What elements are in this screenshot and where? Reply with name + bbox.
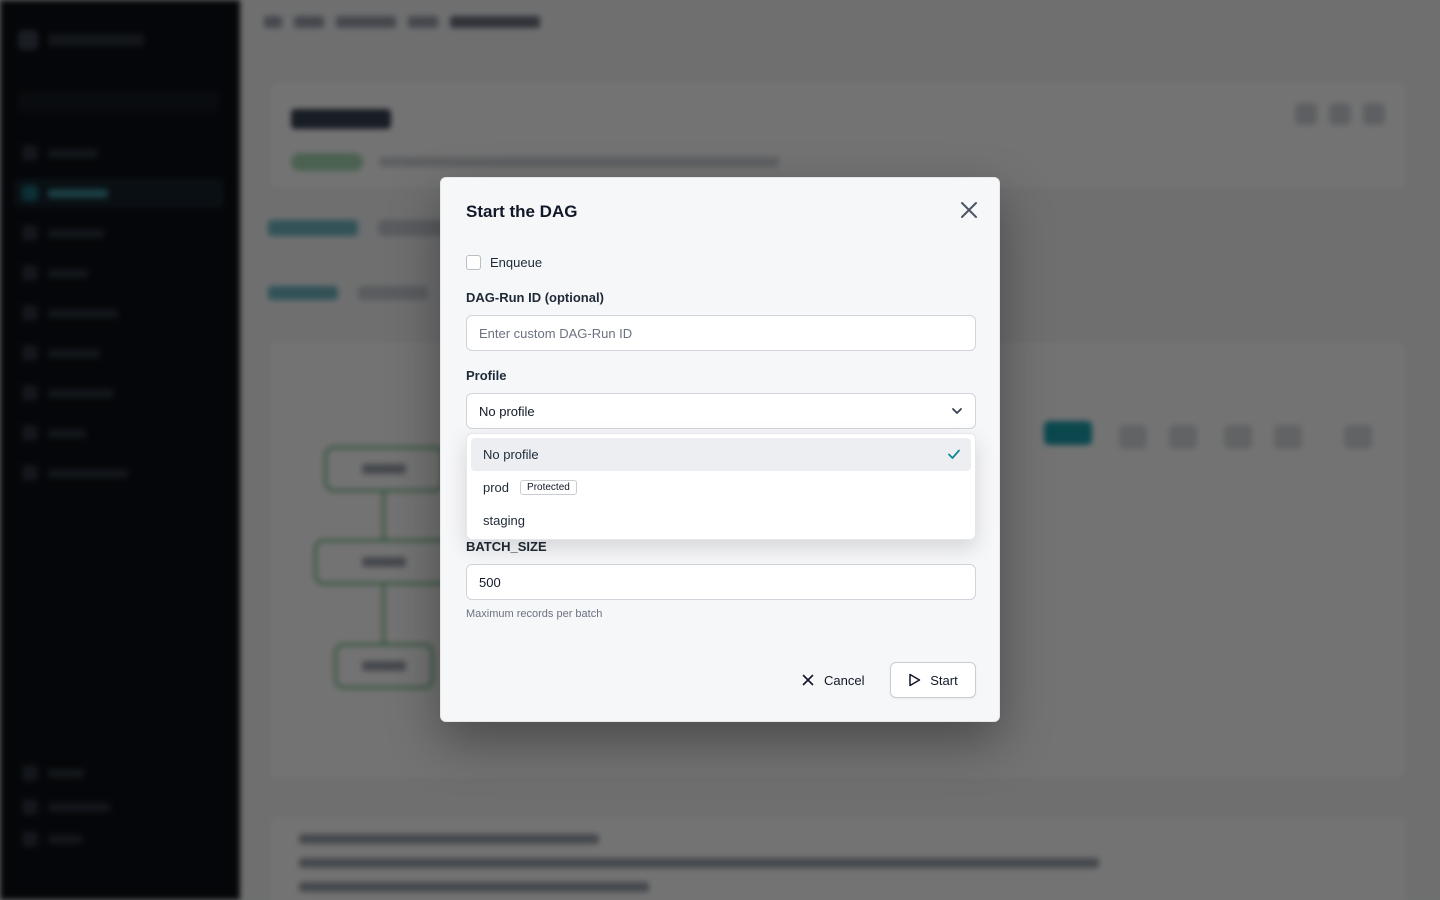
cancel-label: Cancel bbox=[824, 672, 865, 688]
profile-select[interactable]: No profile bbox=[466, 393, 976, 429]
option-label: staging bbox=[483, 513, 525, 528]
check-icon bbox=[948, 449, 960, 459]
profile-option-staging[interactable]: staging bbox=[471, 504, 971, 537]
run-id-label: DAG-Run ID (optional) bbox=[466, 290, 604, 305]
enqueue-label: Enqueue bbox=[490, 255, 543, 270]
batch-size-hint: Maximum records per batch bbox=[466, 608, 603, 620]
close-button[interactable] bbox=[957, 198, 981, 222]
option-label: No profile bbox=[483, 447, 539, 462]
profile-select-value: No profile bbox=[479, 403, 535, 419]
batch-size-input[interactable] bbox=[466, 564, 976, 600]
profile-option-prod[interactable]: prod Protected bbox=[471, 471, 971, 504]
enqueue-checkbox[interactable] bbox=[466, 255, 481, 270]
run-id-input[interactable] bbox=[466, 315, 976, 351]
chevron-down-icon bbox=[952, 408, 962, 414]
batch-size-label: BATCH_SIZE bbox=[466, 539, 547, 554]
cancel-button[interactable]: Cancel bbox=[792, 663, 874, 697]
enqueue-option[interactable]: Enqueue bbox=[466, 255, 542, 270]
profile-label: Profile bbox=[466, 368, 507, 383]
close-icon bbox=[961, 202, 977, 218]
start-button[interactable]: Start bbox=[890, 662, 976, 698]
protected-badge: Protected bbox=[520, 480, 577, 495]
option-label: prod bbox=[483, 480, 510, 495]
play-icon bbox=[909, 673, 921, 687]
x-icon bbox=[802, 674, 814, 686]
profile-dropdown: No profile prod Protected staging bbox=[466, 433, 976, 540]
dialog-title: Start the DAG bbox=[466, 202, 578, 221]
start-label: Start bbox=[930, 672, 958, 688]
profile-option-no-profile[interactable]: No profile bbox=[471, 438, 971, 471]
